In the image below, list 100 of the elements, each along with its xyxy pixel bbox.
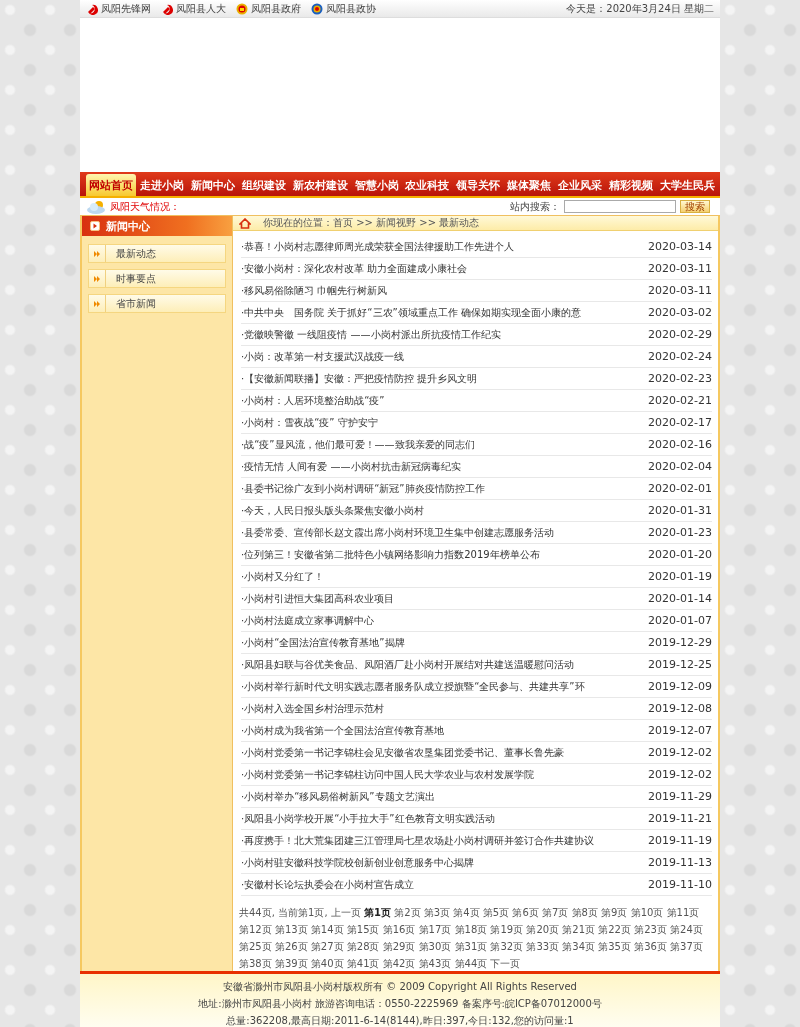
page-link[interactable]: 第40页 bbox=[310, 958, 344, 969]
page-link[interactable]: 第8页 bbox=[571, 907, 598, 918]
search-field[interactable] bbox=[564, 200, 676, 213]
nav-tab[interactable]: 新农村建设 bbox=[289, 174, 351, 196]
page-link[interactable]: 第31页 bbox=[454, 941, 488, 952]
page-link[interactable]: 第20页 bbox=[526, 924, 560, 935]
page-link[interactable]: 第2页 bbox=[394, 907, 421, 918]
nav-tab[interactable]: 大学生民兵 bbox=[656, 174, 718, 196]
page-link[interactable]: 第14页 bbox=[310, 924, 344, 935]
page-link[interactable]: 第28页 bbox=[346, 941, 380, 952]
page-link[interactable]: 第17页 bbox=[418, 924, 452, 935]
news-link[interactable]: ·凤阳县妇联与谷优美食品、凤阳酒厂赴小岗村开展结对共建送温暖慰问活动 bbox=[241, 657, 575, 672]
news-link[interactable]: ·位列第三！安徽省第二批特色小镇网络影响力指数2019年榜单公布 bbox=[241, 547, 540, 562]
page-link[interactable]: 第25页 bbox=[239, 941, 272, 952]
nav-tab[interactable]: 网站首页 bbox=[86, 174, 136, 196]
news-link[interactable]: ·小岗村驻安徽科技学院校创新创业创意服务中心揭牌 bbox=[241, 855, 475, 870]
news-link[interactable]: ·小岗村又分红了！ bbox=[241, 569, 325, 584]
page-link[interactable]: 第36页 bbox=[634, 941, 667, 952]
page-link[interactable]: 第42页 bbox=[382, 958, 416, 969]
news-link[interactable]: ·疫情无情 人间有爱 ——小岗村抗击新冠病毒纪实 bbox=[241, 459, 461, 474]
page-link[interactable]: 第12页 bbox=[239, 924, 272, 935]
news-link[interactable]: ·恭喜！小岗村志愿律师周光成荣获全国法律援助工作先进个人 bbox=[241, 239, 515, 254]
news-link[interactable]: ·小岗村举办“移风易俗树新风”专题文艺演出 bbox=[241, 789, 435, 804]
news-date: 2019-12-08 bbox=[648, 702, 712, 715]
news-link[interactable]: ·小岗村成为我省第一个全国法治宣传教育基地 bbox=[241, 723, 445, 738]
sidebar-item[interactable]: 省市新闻 bbox=[88, 294, 226, 313]
page-link[interactable]: 第3页 bbox=[423, 907, 451, 918]
news-link[interactable]: ·战“疫”显风流，他们最可爱！——致我亲爱的同志们 bbox=[241, 437, 475, 452]
top-link[interactable]: 凤阳县人大 bbox=[176, 1, 226, 16]
news-link[interactable]: ·小岗村“全国法治宣传教育基地”揭牌 bbox=[241, 635, 405, 650]
page-link[interactable]: 第24页 bbox=[670, 924, 703, 935]
page-link[interactable]: 第37页 bbox=[670, 941, 703, 952]
news-link[interactable]: ·小岗村引进恒大集团高科农业项目 bbox=[241, 591, 395, 606]
page-link[interactable]: 第13页 bbox=[274, 924, 308, 935]
page-link[interactable]: 第1页 bbox=[364, 907, 391, 918]
news-link[interactable]: ·移风易俗除陋习 巾帼先行树新风 bbox=[241, 283, 388, 298]
prev-page-link[interactable]: 上一页 bbox=[330, 907, 361, 918]
top-link[interactable]: 凤阳先锋网 bbox=[101, 1, 151, 16]
page-link[interactable]: 第39页 bbox=[274, 958, 308, 969]
page-link[interactable]: 第34页 bbox=[562, 941, 596, 952]
page-link[interactable]: 第30页 bbox=[418, 941, 452, 952]
nav-tab[interactable]: 组织建设 bbox=[238, 174, 289, 196]
page-link[interactable]: 第15页 bbox=[346, 924, 380, 935]
page-link[interactable]: 第43页 bbox=[418, 958, 452, 969]
nav-tab[interactable]: 媒体聚焦 bbox=[504, 174, 555, 196]
nav-tab[interactable]: 新闻中心 bbox=[187, 174, 238, 196]
page-link[interactable]: 第6页 bbox=[512, 907, 539, 918]
page-link[interactable]: 第35页 bbox=[598, 941, 631, 952]
page-link[interactable]: 第11页 bbox=[666, 907, 700, 918]
page-link[interactable]: 第32页 bbox=[490, 941, 524, 952]
page-link[interactable]: 第9页 bbox=[601, 907, 628, 918]
page-link[interactable]: 第44页 bbox=[454, 958, 488, 969]
next-page-link[interactable]: 下一页 bbox=[490, 958, 521, 969]
arrow-icon bbox=[94, 249, 100, 258]
page-link[interactable]: 第27页 bbox=[310, 941, 344, 952]
page-link[interactable]: 第23页 bbox=[634, 924, 667, 935]
page-link[interactable]: 第4页 bbox=[453, 907, 480, 918]
news-link[interactable]: ·小岗村举行新时代文明实践志愿者服务队成立授旗暨“全民参与、共建共享”环 bbox=[241, 679, 585, 694]
page-link[interactable]: 第21页 bbox=[562, 924, 596, 935]
news-link[interactable]: ·小岗村：雪夜战“疫” 守护安宁 bbox=[241, 415, 378, 430]
news-link[interactable]: ·中共中央 国务院 关于抓好“三农”领域重点工作 确保如期实现全面小康的意 bbox=[241, 305, 581, 320]
news-link[interactable]: ·县委书记徐广友到小岗村调研“新冠”肺炎疫情防控工作 bbox=[241, 481, 485, 496]
nav-tab[interactable]: 企业风采 bbox=[555, 174, 606, 196]
page-link[interactable]: 第33页 bbox=[526, 941, 560, 952]
news-link[interactable]: ·安徽小岗村：深化农村改革 助力全面建成小康社会 bbox=[241, 261, 468, 276]
news-link[interactable]: ·小岗：改革第一村支援武汉战疫一线 bbox=[241, 349, 405, 364]
news-link[interactable]: ·今天，人民日报头版头条聚焦安徽小岗村 bbox=[241, 503, 425, 518]
news-link[interactable]: ·再度携手！北大荒集团建三江管理局七星农场赴小岗村调研并签订合作共建协议 bbox=[241, 833, 595, 848]
news-link[interactable]: ·小岗村党委第一书记李锦柱访问中国人民大学农业与农村发展学院 bbox=[241, 767, 535, 782]
news-link[interactable]: ·小岗村入选全国乡村治理示范村 bbox=[241, 701, 385, 716]
news-link[interactable]: ·小岗村党委第一书记李锦柱会见安徽省农垦集团党委书记、董事长鲁先豪 bbox=[241, 745, 565, 760]
nav-tab[interactable]: 精彩视频 bbox=[606, 174, 657, 196]
nav-tab[interactable]: 智慧小岗 bbox=[351, 174, 402, 196]
sidebar-item[interactable]: 最新动态 bbox=[88, 244, 226, 263]
page-link[interactable]: 第29页 bbox=[382, 941, 416, 952]
page-link[interactable]: 第38页 bbox=[239, 958, 272, 969]
top-link[interactable]: 凤阳县政府 bbox=[251, 1, 301, 16]
news-link[interactable]: ·小岗村法庭成立家事调解中心 bbox=[241, 613, 375, 628]
page-link[interactable]: 第18页 bbox=[454, 924, 488, 935]
page-link[interactable]: 第5页 bbox=[482, 907, 510, 918]
page-link[interactable]: 第41页 bbox=[346, 958, 380, 969]
nav-tab[interactable]: 农业科技 bbox=[402, 174, 453, 196]
sidebar-item[interactable]: 时事要点 bbox=[88, 269, 226, 288]
news-link[interactable]: ·县委常委、宣传部长赵文霞出席小岗村环境卫生集中创建志愿服务活动 bbox=[241, 525, 555, 540]
news-link[interactable]: ·党徽映警徽 一线阻疫情 ——小岗村派出所抗疫情工作纪实 bbox=[241, 327, 501, 342]
page-link[interactable]: 第26页 bbox=[274, 941, 308, 952]
nav-tab[interactable]: 领导关怀 bbox=[453, 174, 504, 196]
page-link[interactable]: 第10页 bbox=[630, 907, 664, 918]
page-link[interactable]: 第19页 bbox=[490, 924, 524, 935]
news-link[interactable]: ·凤阳县小岗学校开展“小手拉大手”红色教育文明实践活动 bbox=[241, 811, 495, 826]
nav-tab[interactable]: 走进小岗 bbox=[136, 174, 187, 196]
page-link[interactable]: 第7页 bbox=[541, 907, 569, 918]
page-link[interactable]: 第16页 bbox=[382, 924, 416, 935]
search-button[interactable]: 搜索 bbox=[680, 200, 710, 213]
top-link[interactable]: 凤阳县政协 bbox=[326, 1, 376, 16]
news-link[interactable]: ·【安徽新闻联播】安徽：严把疫情防控 提升乡风文明 bbox=[241, 371, 478, 386]
news-date: 2020-03-11 bbox=[648, 284, 712, 297]
news-link[interactable]: ·安徽村长论坛执委会在小岗村宣告成立 bbox=[241, 877, 415, 892]
news-link[interactable]: ·小岗村：人居环境整治助战“疫” bbox=[241, 393, 385, 408]
page-link[interactable]: 第22页 bbox=[598, 924, 631, 935]
